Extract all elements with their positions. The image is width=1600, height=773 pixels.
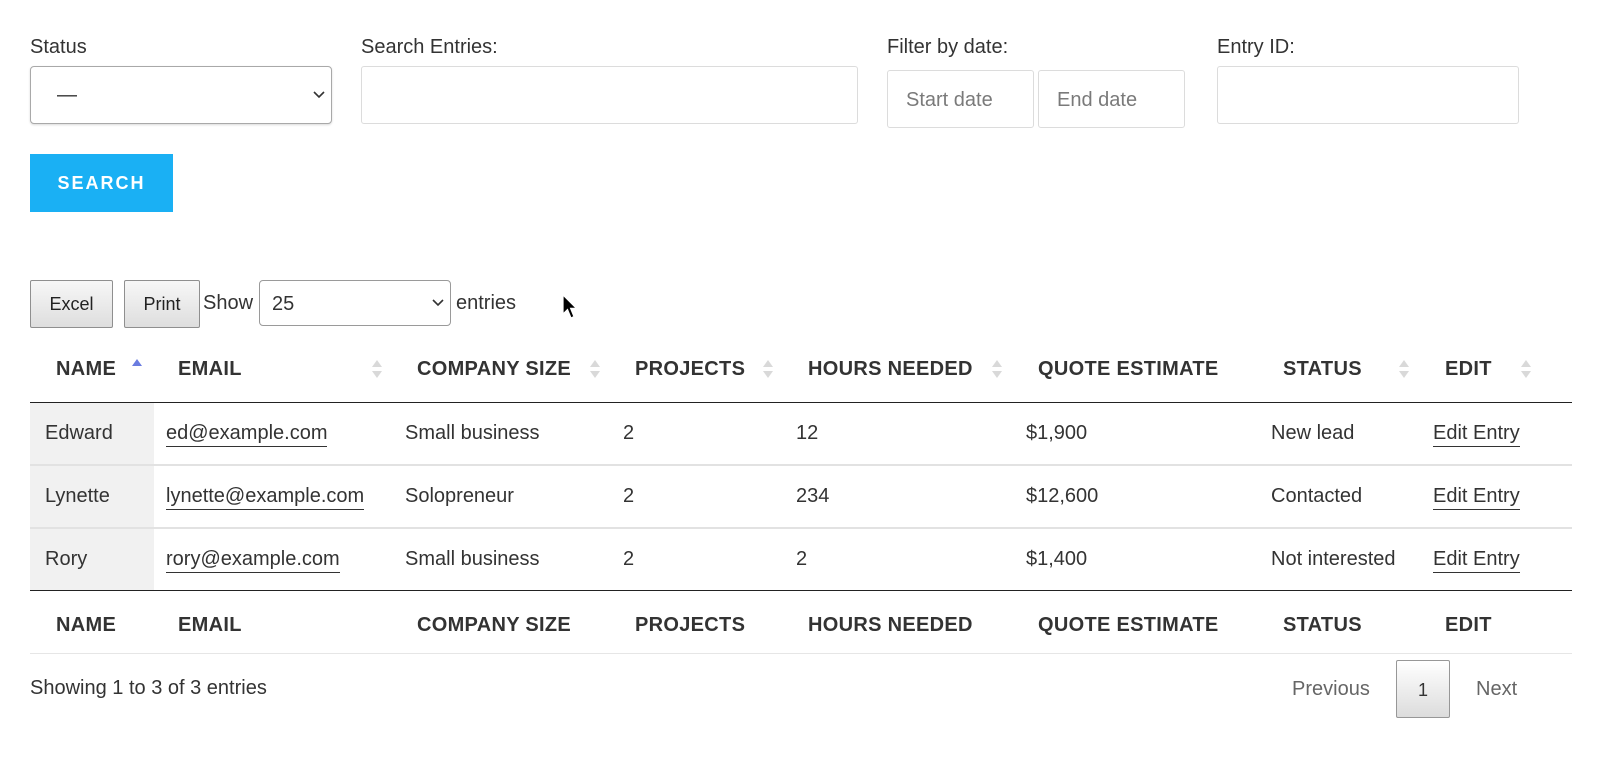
email-link[interactable]: lynette@example.com [166, 485, 365, 510]
end-date-placeholder: End date [1057, 89, 1138, 111]
cell-status: Not interested [1271, 548, 1396, 570]
cell-projects: 2 [623, 548, 635, 570]
cell-name: Lynette [45, 485, 110, 507]
show-label: Show [203, 292, 254, 314]
email-link[interactable]: ed@example.com [166, 422, 328, 447]
footer-column-company-size: COMPANY SIZE [417, 614, 571, 636]
end-date-input[interactable]: End date [1038, 70, 1185, 128]
column-header-projects[interactable]: PROJECTS [635, 358, 745, 381]
sort-icon[interactable] [992, 358, 1002, 380]
column-header-name[interactable]: NAME [56, 358, 116, 381]
footer-column-hours-needed: HOURS NEEDED [808, 614, 973, 636]
edit-entry-link[interactable]: Edit Entry [1433, 548, 1520, 573]
next-button[interactable]: Next [1476, 678, 1517, 701]
column-header-edit[interactable]: EDIT [1445, 358, 1492, 381]
status-select-value: — [57, 84, 77, 106]
cell-quote-estimate: $1,400 [1026, 548, 1088, 570]
mouse-cursor-icon [562, 294, 578, 319]
cell-quote-estimate: $12,600 [1026, 485, 1099, 507]
cell-status: Contacted [1271, 485, 1363, 507]
email-link[interactable]: rory@example.com [166, 548, 340, 573]
cell-status: New lead [1271, 422, 1355, 444]
footer-divider [30, 590, 1572, 591]
chevron-down-icon [313, 91, 325, 99]
page-1-button[interactable]: 1 [1396, 660, 1450, 718]
column-header-email[interactable]: EMAIL [178, 358, 242, 381]
row-divider [30, 527, 1572, 529]
entries-label: entries [456, 292, 517, 314]
cell-company-size: Small business [405, 422, 540, 444]
sort-ascending-icon[interactable] [132, 356, 142, 378]
page-size-select[interactable]: 25 [259, 280, 451, 326]
edit-entry-link[interactable]: Edit Entry [1433, 422, 1520, 447]
search-entries-label: Search Entries: [361, 36, 498, 58]
cell-company-size: Small business [405, 548, 540, 570]
edit-entry-link[interactable]: Edit Entry [1433, 485, 1520, 510]
excel-button[interactable]: Excel [30, 280, 113, 328]
column-header-company-size[interactable]: COMPANY SIZE [417, 358, 571, 381]
entry-id-input[interactable] [1217, 66, 1519, 124]
previous-button[interactable]: Previous [1292, 678, 1370, 701]
footer-column-email: EMAIL [178, 614, 242, 636]
sort-icon[interactable] [763, 358, 773, 380]
cell-hours-needed: 12 [796, 422, 819, 444]
status-label: Status [30, 36, 87, 58]
footer-column-status: STATUS [1283, 614, 1362, 636]
status-select[interactable]: — [30, 66, 332, 124]
footer-column-name: NAME [56, 614, 117, 636]
column-header-status[interactable]: STATUS [1283, 358, 1362, 381]
cell-projects: 2 [623, 422, 635, 444]
page-size-value: 25 [272, 293, 295, 315]
column-header-quote-estimate[interactable]: QUOTE ESTIMATE [1038, 358, 1219, 381]
cell-name: Edward [45, 422, 113, 444]
footer-column-projects: PROJECTS [635, 614, 746, 636]
cell-name: Rory [45, 548, 88, 570]
start-date-placeholder: Start date [906, 89, 993, 111]
search-entries-input[interactable] [361, 66, 858, 124]
cell-hours-needed: 234 [796, 485, 830, 507]
cell-hours-needed: 2 [796, 548, 808, 570]
table-info: Showing 1 to 3 of 3 entries [30, 677, 267, 699]
cell-quote-estimate: $1,900 [1026, 422, 1088, 444]
footer-column-edit: EDIT [1445, 614, 1492, 636]
row-divider [30, 464, 1572, 466]
filter-date-label: Filter by date: [887, 36, 1009, 58]
print-button[interactable]: Print [124, 280, 200, 328]
sort-icon[interactable] [372, 358, 382, 380]
column-header-hours-needed[interactable]: HOURS NEEDED [808, 358, 973, 381]
start-date-input[interactable]: Start date [887, 70, 1034, 128]
entry-id-label: Entry ID: [1217, 36, 1295, 58]
cell-projects: 2 [623, 485, 635, 507]
chevron-down-icon [432, 299, 444, 307]
header-divider [30, 402, 1572, 403]
table-bottom-divider [30, 653, 1572, 654]
sort-icon[interactable] [1521, 358, 1531, 380]
cell-company-size: Solopreneur [405, 485, 514, 507]
sort-icon[interactable] [590, 358, 600, 380]
sort-icon[interactable] [1399, 358, 1409, 380]
footer-column-quote-estimate: QUOTE ESTIMATE [1038, 614, 1219, 636]
search-button[interactable]: SEARCH [30, 154, 173, 212]
